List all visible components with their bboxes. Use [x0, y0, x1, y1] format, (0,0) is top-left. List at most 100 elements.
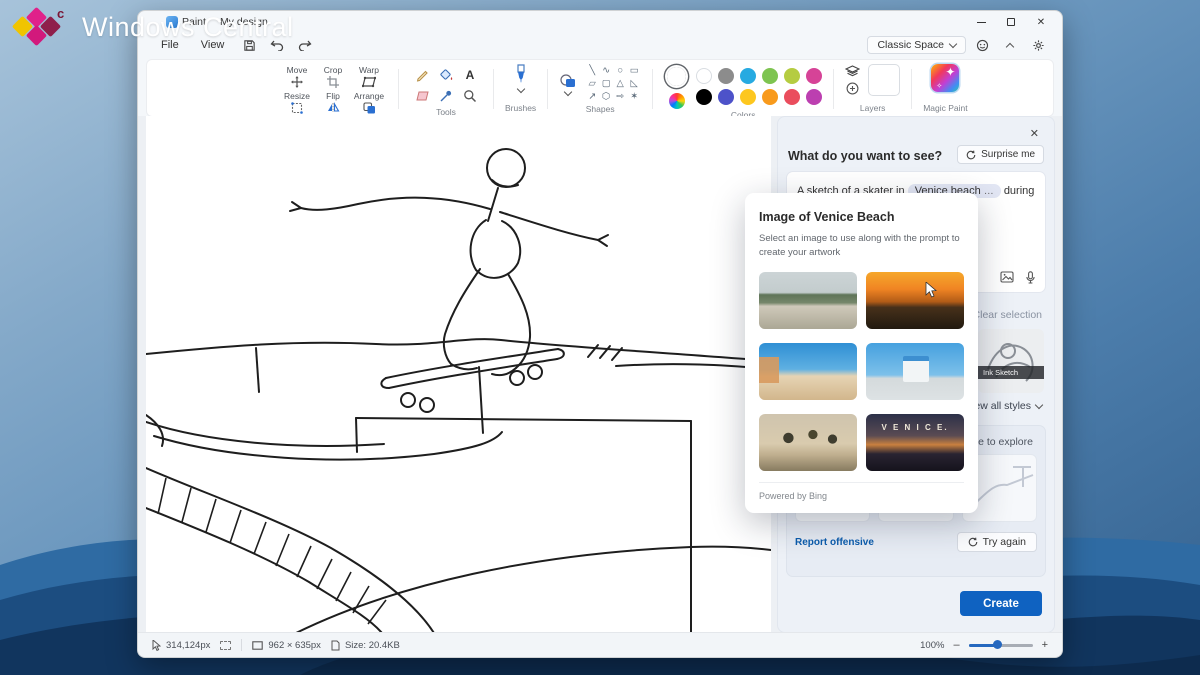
color-swatch[interactable] [806, 68, 822, 84]
shape-option[interactable]: ⬡ [602, 92, 610, 102]
close-button[interactable]: ✕ [1026, 12, 1056, 32]
lifeguard-tower-shape [903, 356, 928, 382]
refresh-icon [966, 150, 976, 160]
flip-button[interactable]: Flip [315, 89, 351, 115]
report-offensive-link[interactable]: Report offensive [795, 537, 874, 548]
crop-button[interactable]: Crop [315, 63, 351, 89]
settings-button[interactable] [1026, 36, 1050, 54]
create-button[interactable]: Create [960, 591, 1042, 616]
file-size: Size: 20.4KB [331, 640, 400, 651]
warp-button[interactable]: Warp [351, 63, 387, 89]
feedback-button[interactable] [970, 36, 994, 54]
try-again-button[interactable]: Try again [957, 532, 1037, 552]
statusbar-divider [241, 639, 242, 651]
color-swatch[interactable] [762, 68, 778, 84]
color-swatch[interactable] [718, 89, 734, 105]
style-label: Ink Sketch [978, 366, 1044, 379]
ribbon: Move Crop Warp Resize Flip [146, 59, 1054, 117]
fill-tool[interactable] [439, 68, 454, 82]
try-again-label: Try again [983, 536, 1026, 548]
color-swatch[interactable] [806, 89, 822, 105]
palm-trees-shape [759, 414, 857, 471]
windows-central-watermark: c Windows Central [12, 6, 294, 48]
surprise-me-button[interactable]: Surprise me [957, 145, 1044, 164]
shape-option[interactable]: ▢ [602, 79, 611, 89]
shape-option[interactable]: ∿ [602, 66, 610, 76]
canvas-dimensions: 962 × 635px [252, 640, 321, 651]
shapes-button[interactable] [559, 73, 577, 95]
popup-thumbnail-venice-sign[interactable]: V E N I C E. [866, 414, 964, 471]
color-swatch[interactable] [740, 68, 756, 84]
add-image-icon[interactable] [1000, 271, 1014, 283]
ribbon-divider [833, 69, 834, 109]
color-swatch[interactable] [740, 89, 756, 105]
resize-button[interactable]: Resize [279, 89, 315, 115]
cursor-icon [152, 640, 161, 651]
ribbon-divider [493, 69, 494, 109]
color-swatch[interactable] [784, 89, 800, 105]
eyedropper-tool[interactable] [439, 89, 453, 103]
popup-thumbnail-boardwalk[interactable] [759, 343, 857, 400]
popup-thumbnail-skatepark-sunset[interactable] [866, 272, 964, 329]
brushes-button[interactable] [513, 64, 529, 92]
color-swatch[interactable] [696, 68, 712, 84]
chevron-down-icon [564, 87, 572, 95]
crop-icon [327, 76, 339, 88]
magic-paint-label: Magic Paint [923, 102, 967, 113]
zoom-level: 100% [920, 640, 944, 651]
shape-option[interactable]: ↗ [588, 92, 596, 102]
pencil-tool[interactable] [415, 68, 429, 82]
style-option-ink-sketch[interactable]: Ink Sketch [978, 329, 1044, 393]
layers-label: Layers [860, 102, 886, 113]
add-layer-icon[interactable] [846, 82, 859, 95]
canvas-size-icon [252, 641, 263, 650]
magic-paint-button[interactable]: ✦ ✧ [931, 64, 959, 92]
zoom-slider[interactable] [969, 640, 1033, 650]
microphone-icon[interactable] [1026, 271, 1035, 284]
layer-thumbnail[interactable] [868, 64, 900, 96]
maximize-button[interactable] [996, 12, 1026, 32]
selected-color-swatch[interactable] [667, 67, 686, 86]
arrange-button[interactable]: Arrange [351, 89, 387, 115]
redo-button[interactable] [293, 36, 317, 54]
style-preset-dropdown[interactable]: Classic Space [867, 36, 966, 54]
move-button[interactable]: Move [279, 63, 315, 89]
shapes-label: Shapes [586, 103, 615, 114]
eraser-tool[interactable] [415, 90, 430, 102]
chevron-down-icon [516, 85, 524, 93]
color-swatch[interactable] [762, 89, 778, 105]
slider-thumb[interactable] [993, 640, 1002, 649]
file-icon [331, 640, 340, 651]
color-swatch[interactable] [784, 68, 800, 84]
shape-option[interactable]: ○ [617, 66, 623, 76]
shape-gallery: ╲ ∿ ○ ▭ ▱ ▢ △ ◺ ↗ ⬡ ⇨ ✶ [585, 64, 641, 103]
edit-colors-wheel[interactable] [669, 93, 685, 109]
shape-option[interactable]: ╲ [589, 66, 595, 76]
selection-size [220, 641, 231, 650]
layers-icon[interactable] [845, 65, 860, 77]
minimize-button[interactable] [966, 12, 996, 32]
shape-option[interactable]: ▱ [589, 79, 596, 89]
shape-option[interactable]: ◺ [631, 79, 638, 89]
popup-thumbnail-palm-trees[interactable] [759, 414, 857, 471]
color-swatch[interactable] [696, 89, 712, 105]
collapse-ribbon-button[interactable] [998, 36, 1022, 54]
panel-close-button[interactable]: ✕ [1025, 125, 1044, 142]
text-tool[interactable]: A [466, 68, 475, 82]
resize-icon [291, 102, 303, 114]
zoom-out-button[interactable]: – [953, 639, 959, 651]
drawing-canvas[interactable] [146, 116, 771, 633]
magnifier-tool[interactable] [463, 89, 477, 103]
clear-selection-button[interactable]: Clear selection [973, 309, 1042, 321]
popup-thumbnail-lifeguard-tower[interactable] [866, 343, 964, 400]
maximize-icon [1007, 18, 1015, 26]
zoom-in-button[interactable]: + [1042, 639, 1048, 651]
chip-more-icon[interactable]: … [984, 186, 994, 197]
shape-option[interactable]: ▭ [630, 66, 639, 76]
shape-option[interactable]: ⇨ [616, 92, 624, 102]
building-shape [759, 357, 779, 383]
color-swatch[interactable] [718, 68, 734, 84]
shape-option[interactable]: ✶ [630, 92, 638, 102]
popup-thumbnail-beach-path[interactable] [759, 272, 857, 329]
shape-option[interactable]: △ [617, 79, 624, 89]
